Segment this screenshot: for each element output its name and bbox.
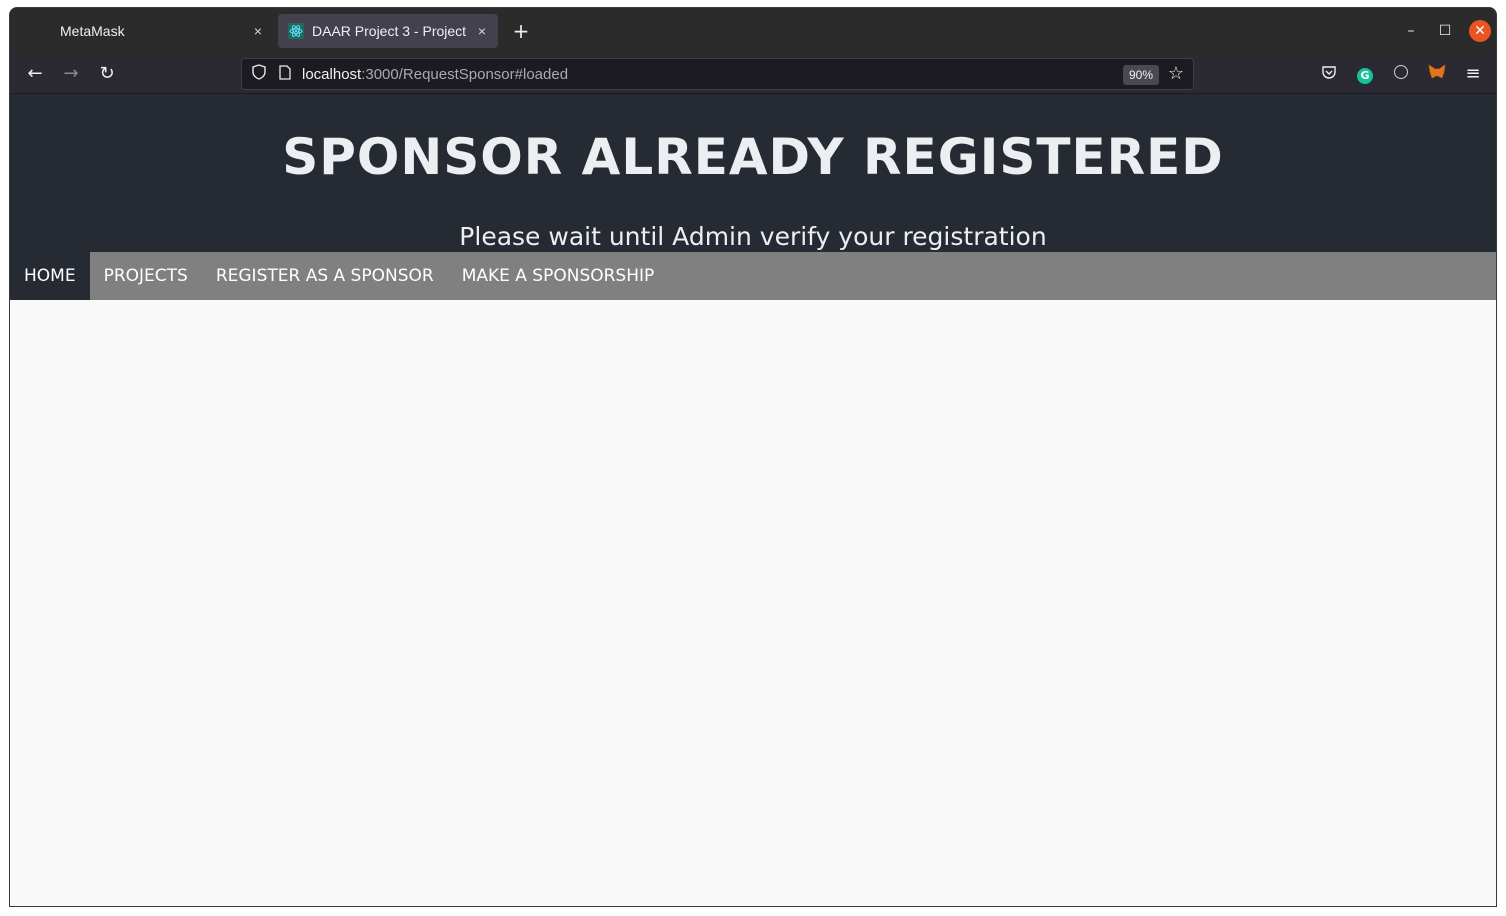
- url-path: :3000/RequestSponsor#loaded: [361, 65, 569, 83]
- grammarly-icon[interactable]: G: [1354, 64, 1376, 84]
- back-arrow-icon[interactable]: ←: [20, 62, 50, 86]
- tab-close-icon[interactable]: ×: [246, 23, 270, 39]
- minimize-icon[interactable]: –: [1400, 20, 1422, 42]
- new-tab-button[interactable]: +: [508, 18, 534, 44]
- tab-strip: MetaMask × DAAR Project 3 - Project × + …: [10, 8, 1496, 54]
- nav-make-sponsorship[interactable]: MAKE A SPONSORSHIP: [448, 252, 669, 300]
- tab-close-icon[interactable]: ×: [470, 23, 494, 39]
- page-content: SPONSOR ALREADY REGISTERED Please wait u…: [10, 94, 1496, 906]
- site-navbar: HOME PROJECTS REGISTER AS A SPONSOR MAKE…: [10, 252, 1496, 300]
- nav-projects[interactable]: PROJECTS: [90, 252, 202, 300]
- tab-title: MetaMask: [60, 23, 125, 39]
- forward-arrow-icon[interactable]: →: [56, 62, 86, 86]
- react-icon: [288, 23, 304, 39]
- pocket-icon[interactable]: [1318, 64, 1340, 84]
- page-icon: [276, 64, 294, 84]
- page-title: SPONSOR ALREADY REGISTERED: [282, 128, 1224, 186]
- url-bar[interactable]: localhost:3000/RequestSponsor#loaded 90%…: [241, 58, 1194, 90]
- hamburger-menu-icon[interactable]: ≡: [1462, 64, 1484, 84]
- hero-banner: SPONSOR ALREADY REGISTERED Please wait u…: [10, 94, 1496, 254]
- tab-metamask[interactable]: MetaMask ×: [18, 14, 274, 48]
- tab-daar-project[interactable]: DAAR Project 3 - Project ×: [278, 14, 498, 48]
- nav-toolbar: ← → ↻ localhost:3000/RequestSponsor#load…: [10, 54, 1496, 94]
- metamask-fox-icon[interactable]: [1426, 64, 1448, 84]
- page-subtitle: Please wait until Admin verify your regi…: [459, 222, 1047, 251]
- nav-home[interactable]: HOME: [10, 252, 90, 300]
- tab-title: DAAR Project 3 - Project: [312, 23, 467, 39]
- extension-circle-icon[interactable]: [1390, 64, 1412, 84]
- bookmark-star-icon[interactable]: ☆: [1165, 62, 1187, 86]
- nav-register-as-sponsor[interactable]: REGISTER AS A SPONSOR: [202, 252, 448, 300]
- window-close-icon[interactable]: ✕: [1469, 20, 1491, 42]
- zoom-indicator[interactable]: 90%: [1122, 65, 1159, 85]
- reload-icon[interactable]: ↻: [92, 62, 122, 86]
- maximize-icon[interactable]: ☐: [1434, 20, 1456, 42]
- url-host: localhost: [302, 65, 362, 83]
- url-text[interactable]: localhost:3000/RequestSponsor#loaded: [302, 66, 568, 83]
- browser-window: MetaMask × DAAR Project 3 - Project × + …: [9, 7, 1497, 907]
- shield-icon[interactable]: [250, 64, 268, 84]
